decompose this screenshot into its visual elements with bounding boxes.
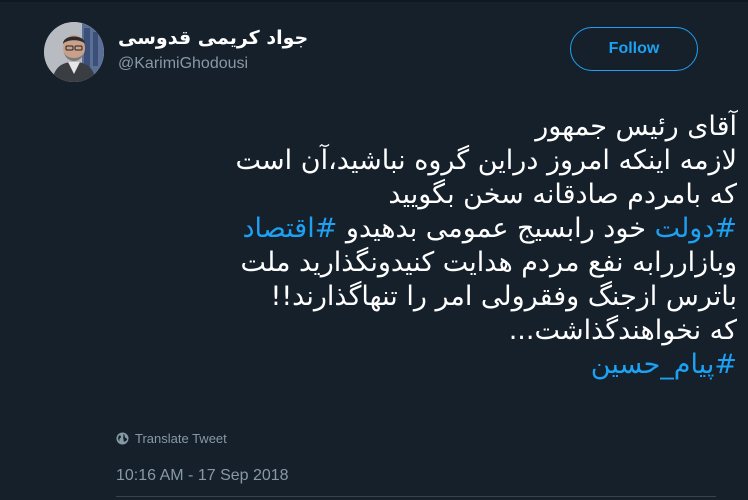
tweet-line: #پیام_حسین <box>47 348 737 382</box>
tweet-line: که بامردم صادقانه سخن بگویید <box>388 179 737 210</box>
follow-button[interactable]: Follow <box>570 27 698 71</box>
top-divider <box>0 0 748 2</box>
hashtag-link[interactable]: #دولت <box>655 213 737 244</box>
translate-tweet-link[interactable]: Translate Tweet <box>116 429 227 447</box>
tweet-card: جواد کریمی قدوسی @KarimiGhodousi Follow … <box>0 0 748 500</box>
translate-label: Translate Tweet <box>135 430 227 446</box>
tweet-line: آقای رئیس جمهور <box>535 111 737 142</box>
tweet-timestamp[interactable]: 10:16 AM - 17 Sep 2018 <box>116 466 289 486</box>
tweet-line: وبازاررابه نفع مردم هدایت کنیدونگذارید م… <box>240 247 737 278</box>
globe-icon <box>116 431 129 445</box>
tweet-text: آقای رئیس جمهور لازمه اینکه امروز دراین … <box>47 110 737 382</box>
tweet-line: که نخواهندگذاشت... <box>508 315 737 346</box>
avatar-image <box>44 22 104 82</box>
tweet-text-fragment: خود رابسیج عمومی بدهیدو <box>337 213 655 244</box>
tweet-line: لازمه اینکه امروز دراین گروه نباشید،آن ا… <box>235 145 737 176</box>
hashtag-link[interactable]: #پیام_حسین <box>591 349 737 380</box>
tweet-line: باترس ازجنگ وفقرولی امر را تنهاگذارند!! <box>270 281 737 312</box>
display-name[interactable]: جواد کریمی قدوسی <box>118 26 308 50</box>
hashtag-link[interactable]: #اقتصاد <box>243 213 338 244</box>
tweet-line: #دولت خود رابسیج عمومی بدهیدو #اقتصاد <box>47 212 738 246</box>
avatar[interactable] <box>44 22 104 82</box>
bottom-divider <box>116 496 716 497</box>
user-handle[interactable]: @KarimiGhodousi <box>118 54 248 74</box>
